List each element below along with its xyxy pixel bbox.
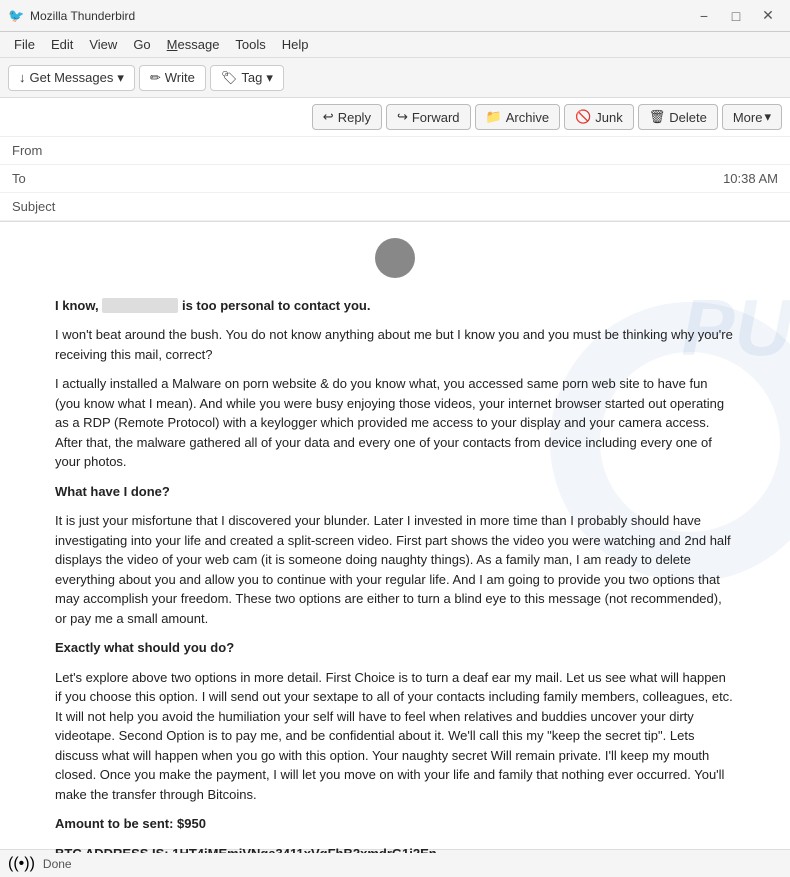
menu-go[interactable]: Go — [125, 35, 158, 54]
reply-icon: ↩ — [323, 109, 334, 125]
menu-message[interactable]: Message — [159, 35, 228, 54]
junk-label: Junk — [595, 110, 622, 125]
menu-view[interactable]: View — [81, 35, 125, 54]
paragraph-4: Let's explore above two options in more … — [55, 668, 735, 805]
email-fields: From To 10:38 AM Subject — [0, 137, 790, 221]
delete-label: Delete — [669, 110, 707, 125]
delete-icon: 🗑 — [649, 109, 666, 125]
subject-row: Subject — [0, 193, 790, 221]
more-label: More — [733, 110, 763, 125]
forward-label: Forward — [412, 110, 460, 125]
email-time: 10:38 AM — [723, 171, 778, 186]
email-header: ↩ Reply ↪ Forward 📁 Archive 🚫 Junk 🗑 Del… — [0, 98, 790, 222]
paragraph-1: I won't beat around the bush. You do not… — [55, 325, 735, 364]
intro-paragraph: I know, is too personal to contact you. — [55, 296, 735, 316]
from-row: From — [0, 137, 790, 165]
email-content: I know, is too personal to contact you. … — [55, 238, 735, 853]
junk-button[interactable]: 🚫 Junk — [564, 104, 634, 130]
menu-bar: File Edit View Go Message Tools Help — [0, 32, 790, 58]
menu-edit[interactable]: Edit — [43, 35, 81, 54]
to-row: To 10:38 AM — [0, 165, 790, 193]
tag-dropdown-icon: ▾ — [266, 70, 273, 86]
more-dropdown-icon: ▾ — [764, 109, 771, 125]
status-bar: ((•)) Done — [0, 849, 790, 877]
tag-label: Tag — [241, 70, 262, 85]
subject-label: Subject — [12, 199, 72, 214]
to-label: To — [12, 171, 72, 186]
reply-button[interactable]: ↩ Reply — [312, 104, 382, 130]
maximize-button[interactable]: □ — [722, 6, 750, 26]
email-body: PUA I know, is too personal to contact y… — [0, 222, 790, 853]
tag-button[interactable]: 🏷 Tag ▾ — [210, 65, 284, 91]
amount-line: Amount to be sent: $950 — [55, 814, 735, 834]
tag-icon: 🏷 — [221, 70, 238, 86]
what-have-done-heading: What have I done? — [55, 482, 735, 502]
write-button[interactable]: ✏ Write — [139, 65, 206, 91]
window-controls: − □ ✕ — [690, 6, 782, 26]
write-icon: ✏ — [150, 70, 161, 86]
main-toolbar: ↓ Get Messages ▾ ✏ Write 🏷 Tag ▾ — [0, 58, 790, 98]
avatar-circle — [375, 238, 415, 278]
intro-text: I know, is too personal to contact you. — [55, 298, 370, 313]
reply-label: Reply — [338, 110, 371, 125]
minimize-button[interactable]: − — [690, 6, 718, 26]
archive-icon: 📁 — [486, 109, 502, 125]
title-bar: 🐦 Mozilla Thunderbird − □ ✕ — [0, 0, 790, 32]
menu-tools[interactable]: Tools — [227, 35, 273, 54]
get-messages-label: Get Messages — [30, 70, 114, 85]
email-action-toolbar: ↩ Reply ↪ Forward 📁 Archive 🚫 Junk 🗑 Del… — [0, 98, 790, 137]
junk-icon: 🚫 — [575, 109, 591, 125]
from-label: From — [12, 143, 72, 158]
forward-icon: ↪ — [397, 109, 408, 125]
close-button[interactable]: ✕ — [754, 6, 782, 26]
get-messages-button[interactable]: ↓ Get Messages ▾ — [8, 65, 135, 91]
paragraph-3: It is just your misfortune that I discov… — [55, 511, 735, 628]
paragraph-2: I actually installed a Malware on porn w… — [55, 374, 735, 472]
write-label: Write — [165, 70, 195, 85]
get-messages-icon: ↓ — [19, 70, 26, 85]
exactly-what-heading: Exactly what should you do? — [55, 638, 735, 658]
more-button[interactable]: More ▾ — [722, 104, 782, 130]
wifi-icon: ((•)) — [8, 855, 35, 873]
archive-label: Archive — [506, 110, 549, 125]
app-title: Mozilla Thunderbird — [30, 9, 135, 23]
app-icon: 🐦 — [8, 8, 24, 24]
status-text: Done — [43, 857, 72, 871]
menu-help[interactable]: Help — [274, 35, 317, 54]
menu-file[interactable]: File — [6, 35, 43, 54]
delete-button[interactable]: 🗑 Delete — [638, 104, 718, 130]
archive-button[interactable]: 📁 Archive — [475, 104, 561, 130]
sender-avatar — [55, 238, 735, 284]
forward-button[interactable]: ↪ Forward — [386, 104, 471, 130]
get-messages-dropdown-icon: ▾ — [117, 70, 124, 86]
btc-line: BTC ADDRESS IS: 1HT4jMEmjVNga3411xVgFhB2… — [55, 844, 735, 854]
